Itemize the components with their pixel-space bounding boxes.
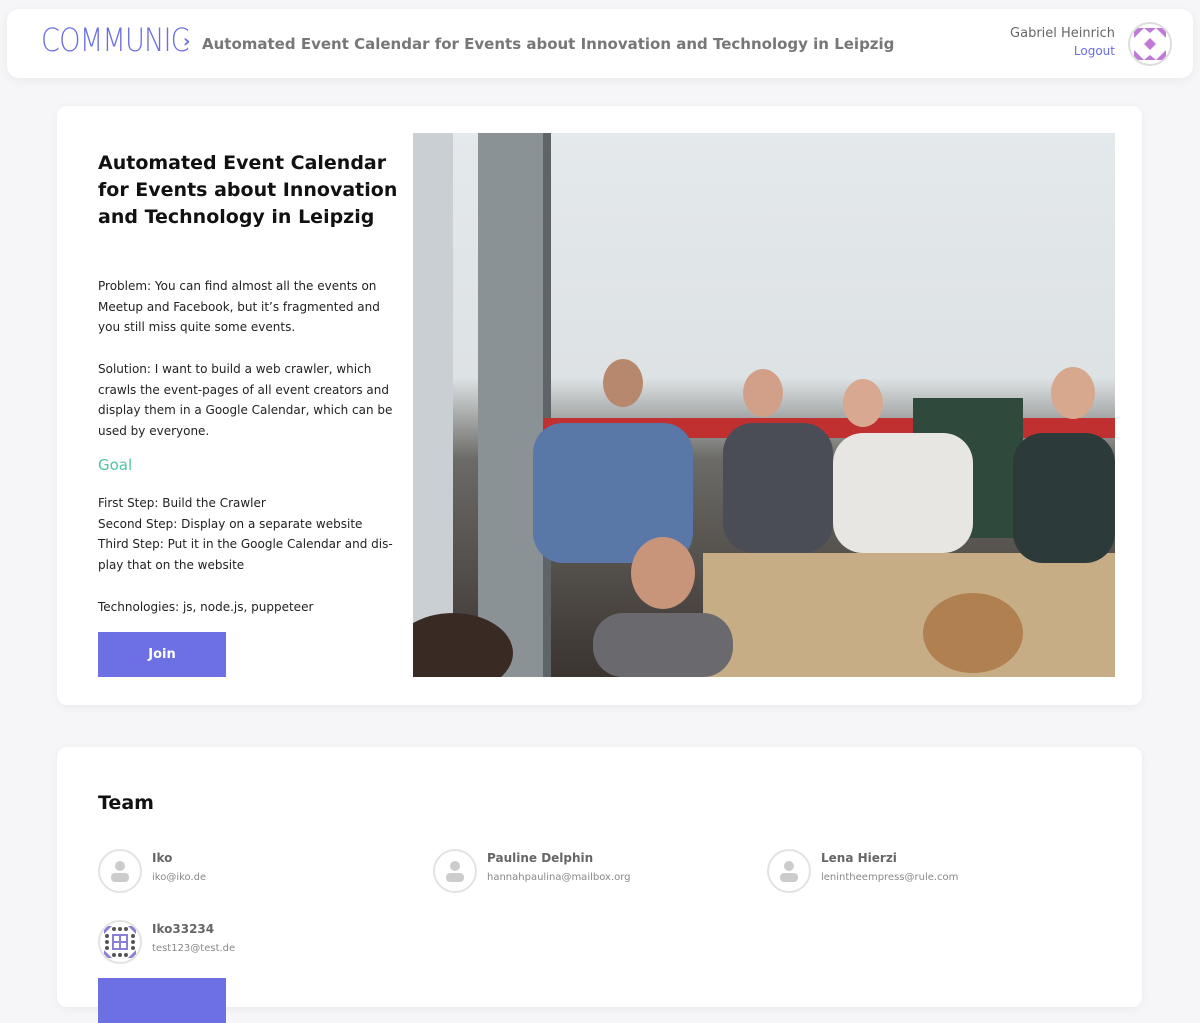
team-member[interactable]: Pauline Delphin hannahpaulina@mailbox.org xyxy=(433,849,631,893)
problem-text: Problem: You can find almost all the eve… xyxy=(98,279,380,335)
team-action-button[interactable] xyxy=(98,978,226,1023)
steps-list: First Step: Build the Crawler Second Ste… xyxy=(98,493,403,576)
join-button[interactable]: Join xyxy=(98,632,226,677)
user-placeholder-icon xyxy=(780,861,798,882)
project-card: Automated Event Calendar for Events abou… xyxy=(57,106,1142,705)
identicon-icon xyxy=(1134,28,1166,60)
top-header: COMMUNIC › Automated Event Calendar for … xyxy=(7,9,1193,78)
project-title: Automated Event Calendar for Events abou… xyxy=(98,152,398,228)
logout-link[interactable]: Logout xyxy=(1010,44,1115,58)
project-photo xyxy=(413,133,1115,677)
user-placeholder-icon xyxy=(111,861,129,882)
avatar xyxy=(433,849,477,893)
team-member[interactable]: Iko iko@iko.de xyxy=(98,849,206,893)
member-name: Iko33234 xyxy=(152,922,215,936)
avatar xyxy=(98,849,142,893)
member-email: lenintheempress@rule.com xyxy=(821,872,959,883)
team-member[interactable]: Lena Hierzi lenintheempress@rule.com xyxy=(767,849,958,893)
step-item: Third Step: Put it in the Google Calenda… xyxy=(98,537,393,573)
member-email: hannahpaulina@mailbox.org xyxy=(487,872,631,883)
avatar xyxy=(767,849,811,893)
goal-heading: Goal xyxy=(98,456,133,474)
technologies-text: Technologies: js, node.js, puppeteer xyxy=(98,600,314,614)
step-item: Second Step: Display on a separate websi… xyxy=(98,516,363,531)
user-name: Gabriel Heinrich xyxy=(1010,26,1115,41)
member-name: Pauline Delphin xyxy=(487,851,594,865)
logo[interactable]: COMMUNIC xyxy=(41,21,190,59)
user-info: Gabriel Heinrich Logout xyxy=(1010,26,1115,58)
identicon-icon xyxy=(104,926,136,958)
event-photo-illustration xyxy=(413,133,1115,677)
team-member[interactable]: Iko33234 test123@test.de xyxy=(98,920,235,964)
user-placeholder-icon xyxy=(446,861,464,882)
breadcrumb: Automated Event Calendar for Events abou… xyxy=(202,35,895,53)
member-email: test123@test.de xyxy=(152,943,236,954)
team-title: Team xyxy=(98,792,154,814)
step-item: First Step: Build the Crawler xyxy=(98,496,266,510)
team-card: Team Iko iko@iko.de Pauline Delphin hannah… xyxy=(57,747,1142,1023)
member-email: iko@iko.de xyxy=(152,872,207,883)
user-avatar[interactable] xyxy=(1128,22,1172,66)
solution-text: Solution: I want to build a web crawler,… xyxy=(98,362,393,439)
chevron-right-icon: › xyxy=(183,31,191,52)
member-name: Iko xyxy=(152,851,173,865)
avatar xyxy=(98,920,142,964)
member-name: Lena Hierzi xyxy=(821,851,897,865)
